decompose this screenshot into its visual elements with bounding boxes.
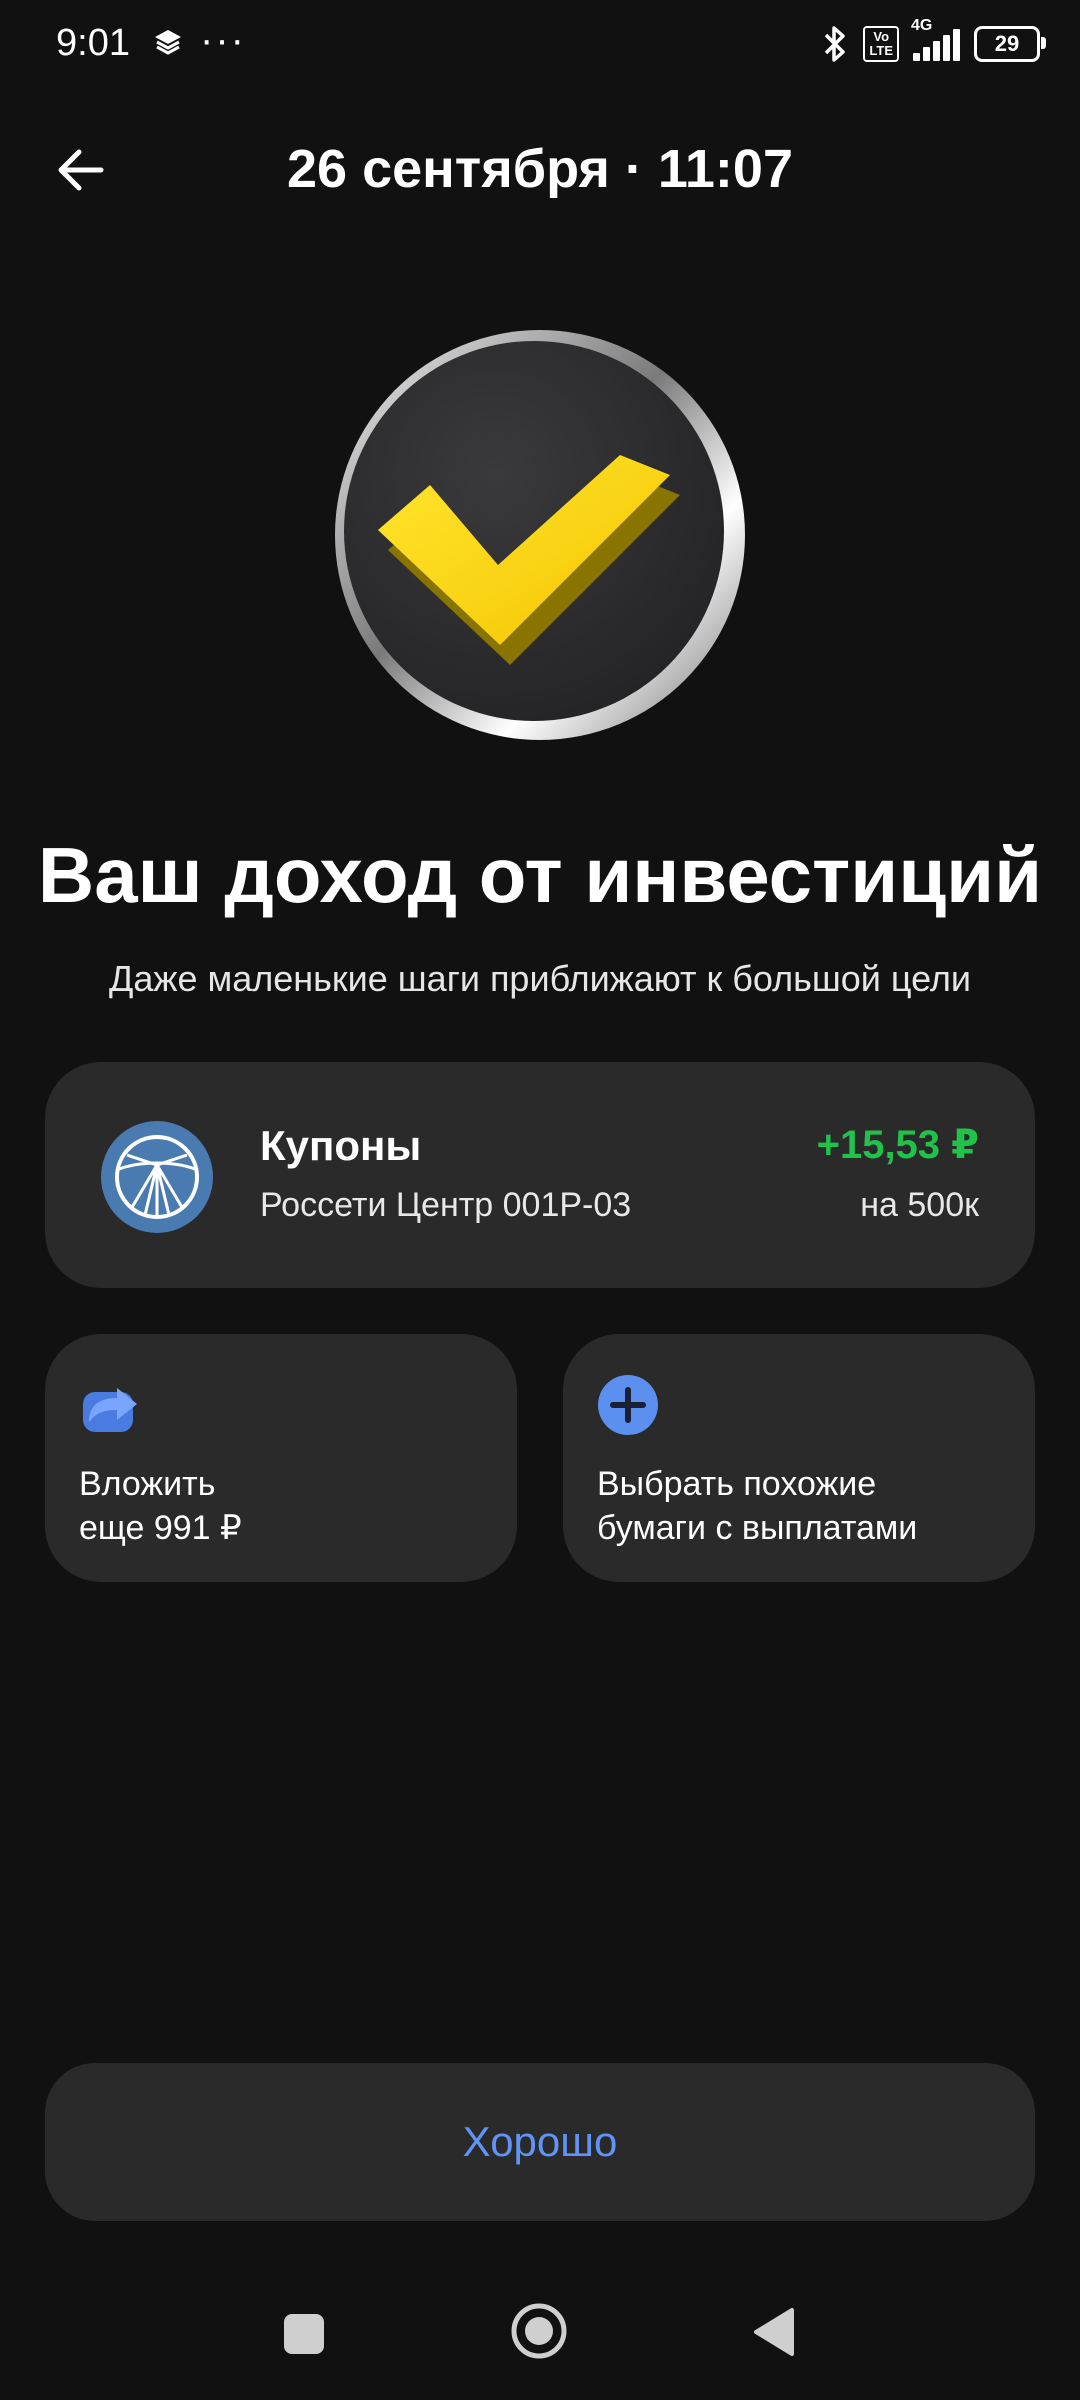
battery-icon: 29 (974, 26, 1046, 62)
checkmark-coin-illustration (330, 325, 750, 745)
signal-icon: 4G (911, 17, 960, 61)
rosseti-logo-icon (101, 1121, 213, 1233)
share-arrow-icon (83, 1388, 137, 1432)
status-time: 9:01 (56, 22, 130, 64)
battery-level: 29 (994, 31, 1020, 56)
page-title: 26 сентября · 11:07 (287, 139, 793, 199)
hero-subtitle: Даже маленькие шаги приближают к большой… (108, 958, 972, 999)
coupon-amount: +15,53 ₽ (816, 1123, 979, 1167)
coupon-security-name: Россети Центр 001P-03 (260, 1186, 632, 1224)
yellow-checkmark-icon (335, 330, 745, 740)
find-similar-label: Выбрать похожие бумаги с выплатами (597, 1465, 918, 1547)
status-icons: Vo LTE 4G 29 (821, 17, 1046, 66)
coupon-quantity: на 500к (860, 1186, 979, 1224)
ok-button[interactable]: Хорошо (45, 2063, 1035, 2221)
find-similar-bonds-button[interactable]: Выбрать похожие бумаги с выплатами (563, 1334, 1035, 1582)
coupon-title: Купоны (260, 1122, 422, 1169)
home-circle-icon[interactable] (510, 2302, 568, 2360)
network-type: 4G (911, 17, 933, 34)
coupon-card[interactable]: Купоны Россети Центр 001P-03 +15,53 ₽ на… (45, 1062, 1035, 1288)
system-nav-bar (0, 2290, 1080, 2380)
volte-icon: Vo LTE (863, 26, 899, 62)
status-bar: 9:01 ··· Vo LTE 4G 29 (0, 0, 1080, 90)
more-notifications-icon: ··· (200, 18, 246, 62)
recents-square-icon[interactable] (284, 2314, 324, 2354)
hero-title: Ваш доход от инвестиций (37, 831, 1043, 919)
layers-icon (155, 30, 181, 55)
header: 26 сентября · 11:07 (0, 120, 1080, 220)
back-triangle-icon[interactable] (752, 2306, 796, 2358)
bluetooth-icon (825, 26, 846, 62)
plus-circle-icon (598, 1375, 658, 1435)
invest-more-label: Вложить еще 991 ₽ (79, 1465, 242, 1547)
invest-more-button[interactable]: Вложить еще 991 ₽ (45, 1334, 517, 1582)
